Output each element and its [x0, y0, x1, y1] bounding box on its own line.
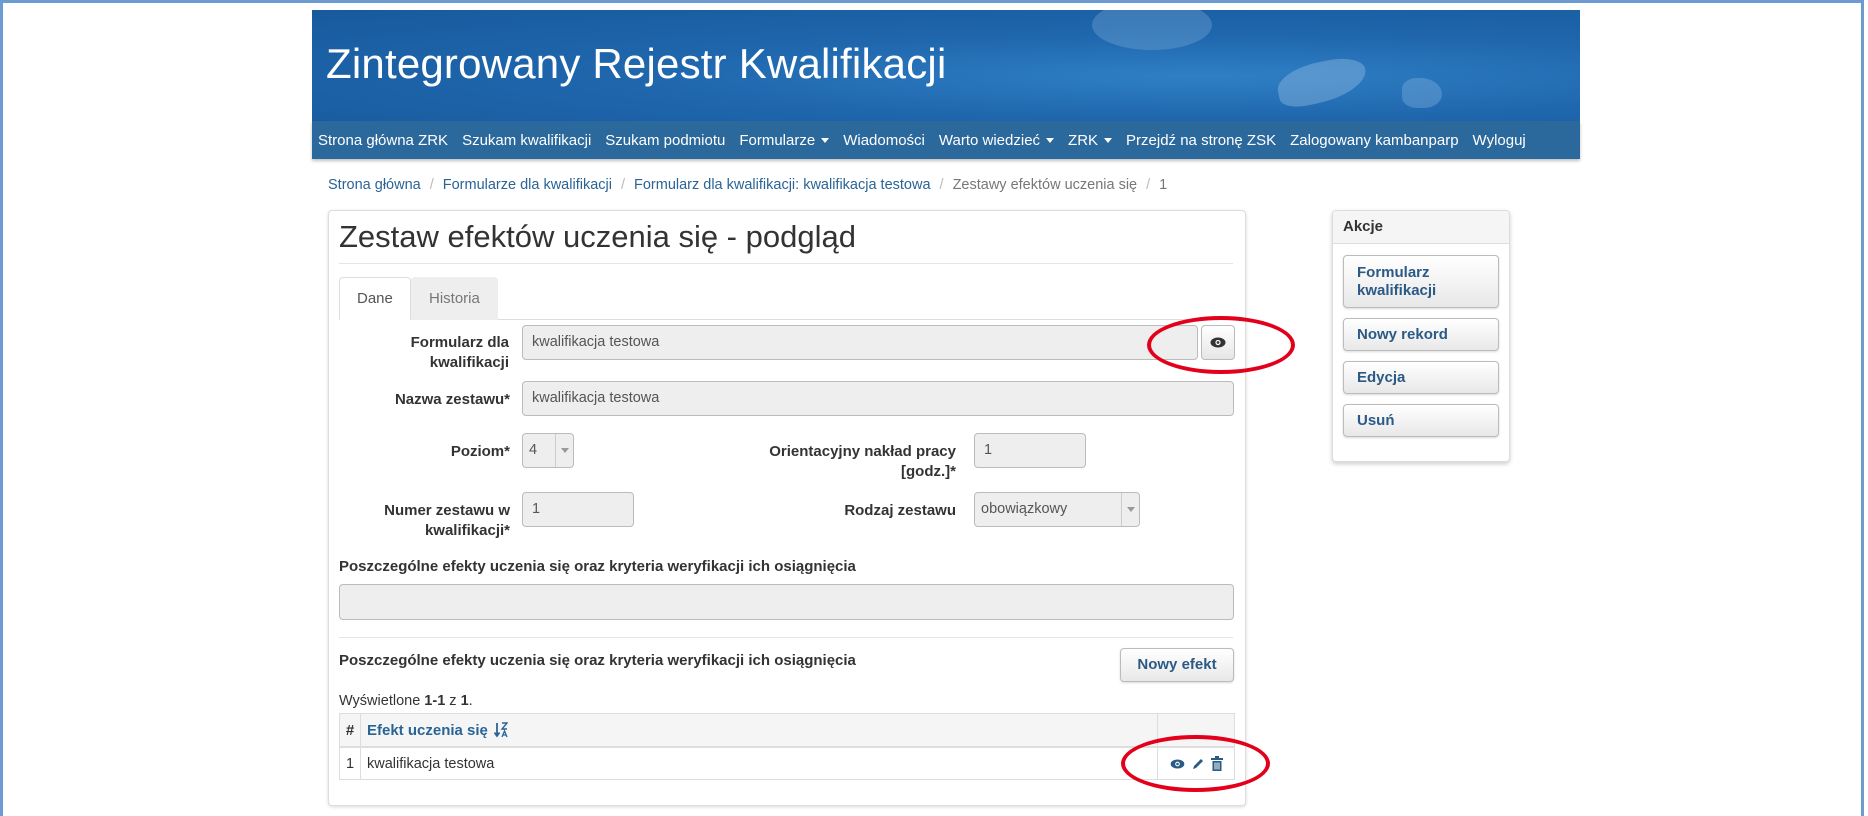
efekty-label: Poszczególne efekty uczenia się oraz kry…	[339, 558, 856, 575]
formularz-kwalifikacji-button[interactable]: Formularz kwalifikacji	[1343, 255, 1499, 308]
poziom-select[interactable]: 4	[522, 433, 574, 468]
naklad-label: Orientacyjny nakład pracy [godz.]*	[727, 442, 956, 482]
naklad-label-line2: [godz.]*	[901, 463, 956, 480]
chevron-down-icon	[1121, 493, 1139, 526]
nav-item-home[interactable]: Strona główna ZRK	[312, 132, 455, 149]
table-header: # Efekt uczenia się	[340, 714, 1234, 748]
page-title: Zestaw efektów uczenia się - podgląd	[339, 219, 856, 254]
edycja-button[interactable]: Edycja	[1343, 361, 1499, 394]
breadcrumb-separator: /	[939, 177, 944, 193]
header-map-decoration	[1273, 53, 1371, 111]
divider	[339, 637, 1233, 638]
header-map-decoration	[1402, 78, 1442, 108]
nav-item-messages[interactable]: Wiadomości	[836, 132, 932, 149]
breadcrumb: Strona główna / Formularze dla kwalifikacj…	[328, 177, 1167, 193]
divider	[339, 263, 1233, 264]
header-map-decoration	[1092, 10, 1212, 50]
caret-down-icon	[1104, 138, 1113, 144]
nav-item-go-zsk[interactable]: Przejdź na stronę ZSK	[1119, 132, 1283, 149]
usun-button[interactable]: Usuń	[1343, 404, 1499, 437]
breadcrumb-sets: Zestawy efektów uczenia się	[952, 177, 1138, 193]
chevron-down-icon	[555, 434, 573, 467]
breadcrumb-separator: /	[429, 177, 434, 193]
efekty-field[interactable]	[339, 584, 1234, 620]
nazwa-label: Nazwa zestawu*	[394, 391, 510, 408]
breadcrumb-separator: /	[1146, 177, 1151, 193]
breadcrumb-form-qualification[interactable]: Formularz dla kwalifikacji: kwalifikacja…	[634, 177, 931, 193]
nowy-rekord-button[interactable]: Nowy rekord	[1343, 318, 1499, 351]
naklad-label-line1: Orientacyjny nakład pracy	[769, 443, 956, 460]
tab-bar: Dane Historia	[339, 277, 1233, 320]
caret-down-icon	[1046, 138, 1055, 144]
nav-item-worth-knowing[interactable]: Warto wiedzieć	[932, 132, 1061, 149]
nav-item-zrk[interactable]: ZRK	[1061, 132, 1119, 149]
actions-panel: Akcje Formularz kwalifikacji Nowy rekord…	[1332, 210, 1510, 462]
row-actions	[1158, 748, 1234, 779]
formularz-field[interactable]: kwalifikacja testowa	[522, 325, 1198, 360]
site-header: Zintegrowany Rejestr Kwalifikacji	[312, 10, 1580, 121]
tab-historia[interactable]: Historia	[411, 277, 498, 320]
new-efekt-button[interactable]: Nowy efekt	[1120, 648, 1234, 682]
nav-item-logout[interactable]: Wyloguj	[1466, 132, 1533, 149]
actions-panel-title: Akcje	[1333, 211, 1509, 244]
poziom-label: Poziom*	[450, 443, 510, 460]
table-row: 1 kwalifikacja testowa	[340, 748, 1234, 779]
nav-item-logged-user[interactable]: Zalogowany kambanparp	[1283, 132, 1465, 149]
rodzaj-label: Rodzaj zestawu	[844, 502, 956, 519]
eye-icon	[1210, 337, 1226, 348]
nav-item-search-qualification[interactable]: Szukam kwalifikacji	[455, 132, 598, 149]
view-formularz-button[interactable]	[1201, 325, 1235, 360]
sort-alpha-icon	[493, 722, 508, 738]
nav-item-search-entity[interactable]: Szukam podmiotu	[598, 132, 732, 149]
column-header-number: #	[340, 714, 361, 746]
rodzaj-select[interactable]: obowiązkowy	[974, 492, 1140, 527]
column-header-efekt[interactable]: Efekt uczenia się	[361, 714, 1158, 746]
site-title[interactable]: Zintegrowany Rejestr Kwalifikacji	[326, 40, 946, 88]
column-header-efekt-label: Efekt uczenia się	[367, 721, 488, 739]
main-panel: Zestaw efektów uczenia się - podgląd Dan…	[328, 210, 1246, 806]
efekty-section-title: Poszczególne efekty uczenia się oraz kry…	[339, 652, 856, 669]
numer-label-line1: Numer zestawu w	[384, 502, 510, 519]
trash-icon[interactable]	[1210, 756, 1223, 771]
numer-label: Numer zestawu w kwalifikacji*	[339, 501, 510, 541]
breadcrumb-forms[interactable]: Formularze dla kwalifikacji	[443, 177, 612, 193]
breadcrumb-current: 1	[1159, 177, 1168, 193]
naklad-field[interactable]: 1	[974, 433, 1086, 468]
pencil-icon[interactable]	[1191, 757, 1205, 771]
breadcrumb-separator: /	[620, 177, 625, 193]
tab-dane[interactable]: Dane	[339, 277, 411, 320]
row-name: kwalifikacja testowa	[361, 748, 1158, 779]
eye-icon[interactable]	[1170, 758, 1185, 769]
numer-field[interactable]: 1	[522, 492, 634, 527]
main-navbar: Strona główna ZRK Szukam kwalifikacji Sz…	[312, 121, 1580, 159]
breadcrumb-home[interactable]: Strona główna	[328, 177, 421, 193]
column-header-actions	[1158, 714, 1234, 746]
rodzaj-value: obowiązkowy	[981, 501, 1068, 517]
row-number: 1	[340, 748, 361, 779]
formularz-label: Formularz dla kwalifikacji	[410, 334, 509, 371]
nav-item-forms[interactable]: Formularze	[732, 132, 836, 149]
efekty-table: # Efekt uczenia się 1 kwalifikacja testo…	[339, 713, 1235, 780]
results-summary: Wyświetlone 1-1 z 1.	[339, 693, 473, 709]
numer-label-line2: kwalifikacji*	[424, 522, 510, 539]
nazwa-field[interactable]: kwalifikacja testowa	[522, 381, 1234, 416]
poziom-value: 4	[529, 442, 538, 458]
caret-down-icon	[821, 138, 830, 144]
